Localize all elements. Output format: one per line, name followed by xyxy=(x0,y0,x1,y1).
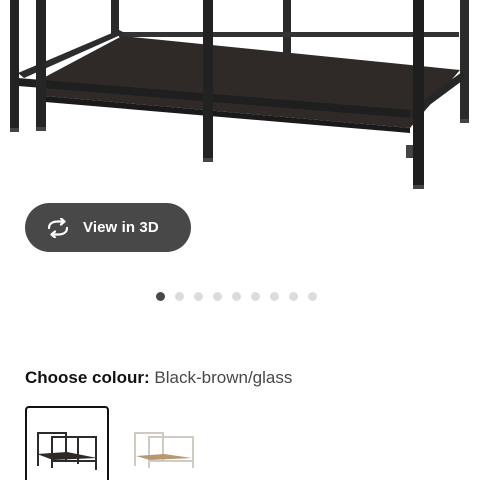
carousel-dot[interactable] xyxy=(156,292,165,301)
carousel-dot[interactable] xyxy=(213,292,222,301)
carousel-dot[interactable] xyxy=(194,292,203,301)
rotate-3d-icon xyxy=(45,217,71,238)
view-in-3d-button[interactable]: View in 3D xyxy=(25,203,191,252)
choose-colour-label: Choose colour: xyxy=(25,368,150,387)
choose-colour-heading: Choose colour: Black-brown/glass xyxy=(25,368,292,388)
carousel-dot[interactable] xyxy=(289,292,298,301)
table-illustration xyxy=(10,0,469,189)
carousel-dot[interactable] xyxy=(270,292,279,301)
black-brown-table-thumbnail xyxy=(37,432,97,470)
carousel-dot[interactable] xyxy=(175,292,184,301)
carousel-dot[interactable] xyxy=(308,292,317,301)
product-image[interactable] xyxy=(0,0,480,200)
carousel-dot[interactable] xyxy=(232,292,241,301)
selected-colour-value: Black-brown/glass xyxy=(154,368,293,387)
view-in-3d-label: View in 3D xyxy=(83,219,159,236)
colour-swatch-white-oak[interactable] xyxy=(118,406,202,480)
colour-swatch-black-brown-glass[interactable] xyxy=(25,406,109,480)
carousel-dot[interactable] xyxy=(251,292,260,301)
carousel-pagination xyxy=(156,292,317,301)
white-oak-table-thumbnail xyxy=(134,432,194,468)
